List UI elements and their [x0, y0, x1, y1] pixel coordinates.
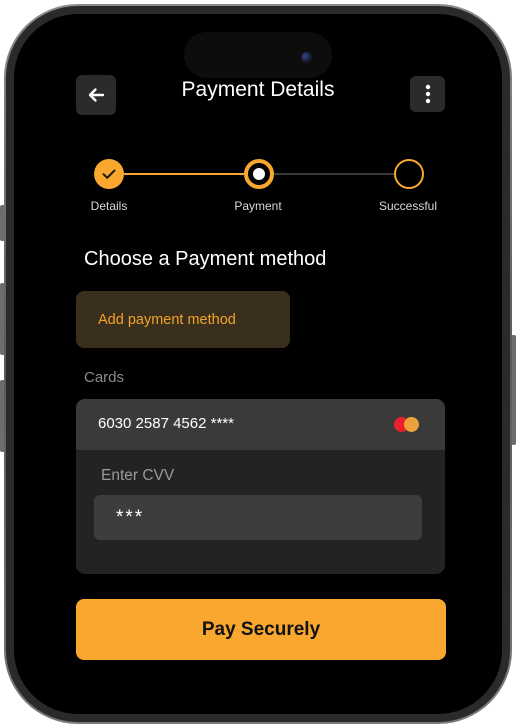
saved-card[interactable]: 6030 2587 4562 **** Enter CVV *** [76, 399, 445, 574]
cvv-label: Enter CVV [101, 467, 175, 484]
cvv-input[interactable]: *** [94, 495, 422, 540]
card-number: 6030 2587 4562 **** [98, 415, 234, 432]
step-payment-indicator [244, 159, 274, 189]
step-label-successful: Successful [378, 199, 438, 213]
step-successful-indicator [394, 159, 424, 189]
cards-label: Cards [84, 369, 125, 386]
more-options-button[interactable] [410, 76, 445, 112]
step-details-indicator [94, 159, 124, 189]
add-payment-method-button[interactable]: Add payment method [76, 291, 290, 348]
stepper-progress-line [123, 173, 245, 175]
step-label-payment: Payment [234, 199, 282, 213]
back-button[interactable] [76, 75, 116, 115]
step-label-details: Details [90, 199, 128, 213]
payment-method-heading: Choose a Payment method [84, 248, 327, 270]
camera-icon [301, 52, 312, 63]
pay-securely-button[interactable]: Pay Securely [76, 599, 446, 660]
page-title: Payment Details [181, 78, 335, 101]
more-vertical-icon [425, 84, 430, 104]
stepper-pending-line [273, 173, 395, 175]
arrow-left-icon [88, 88, 105, 102]
check-icon [102, 169, 116, 179]
